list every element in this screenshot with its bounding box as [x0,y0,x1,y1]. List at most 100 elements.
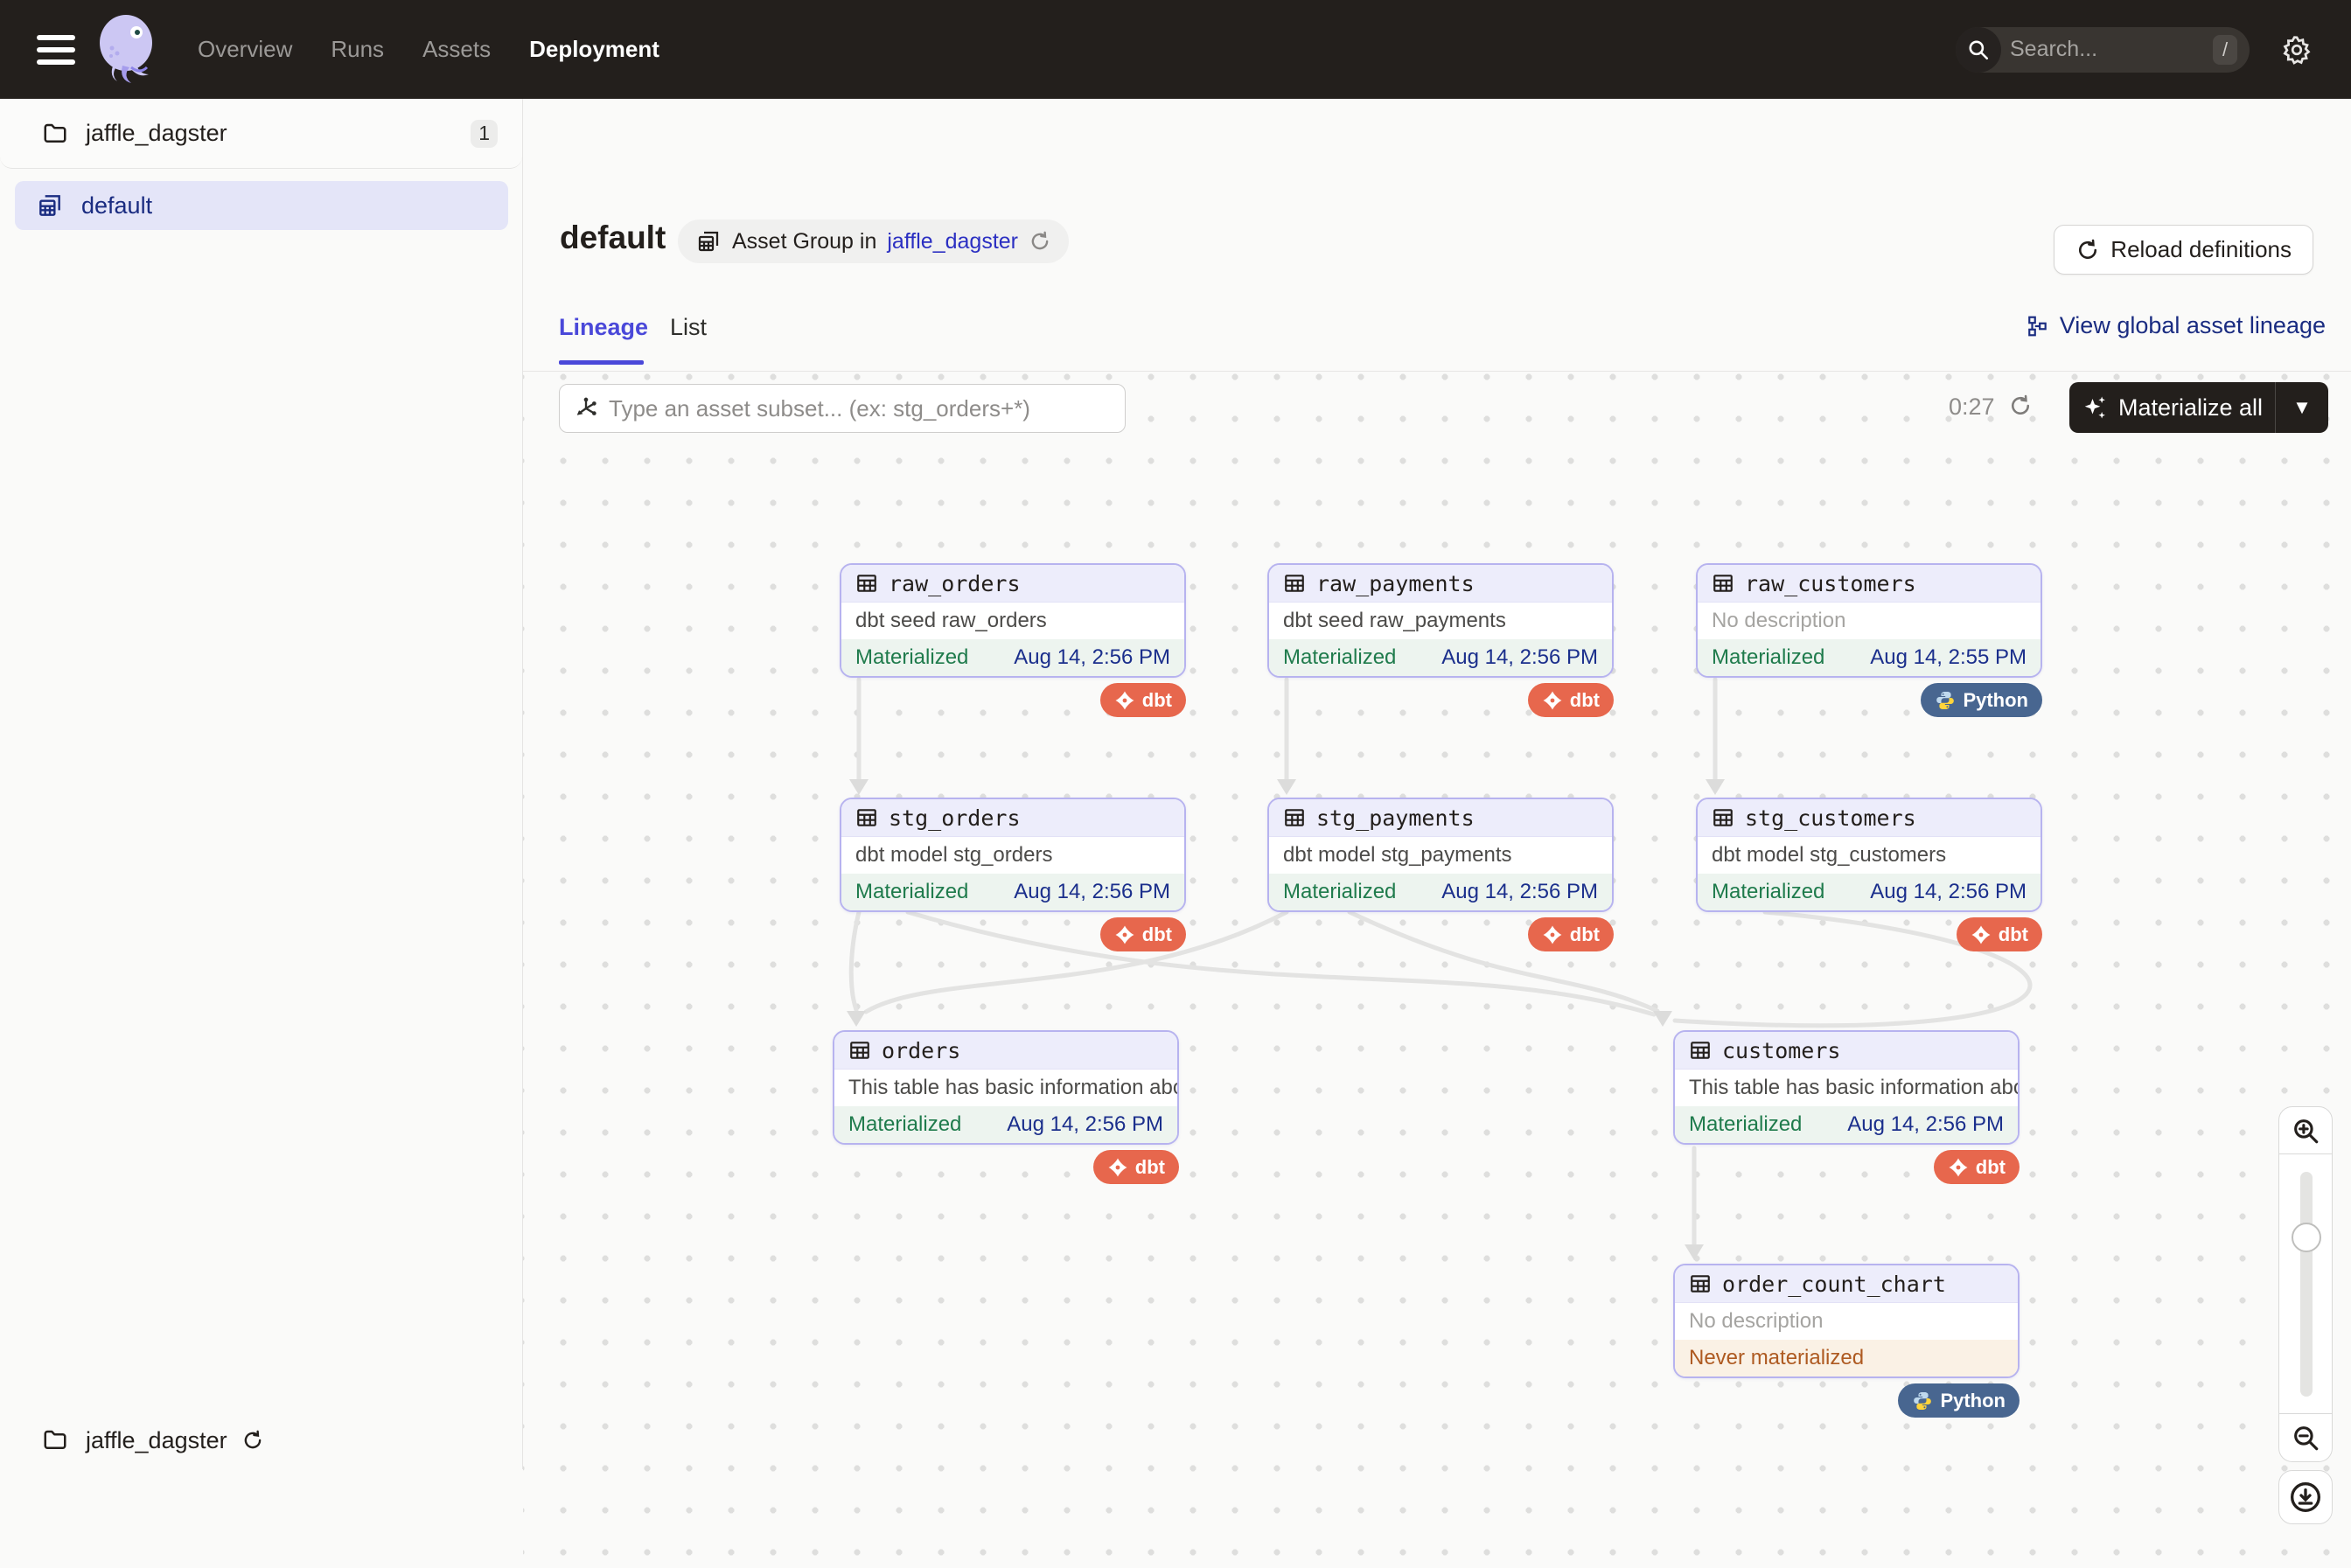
download-image-button[interactable] [2278,1470,2333,1524]
asset-description: No description [1698,603,2041,639]
menu-icon[interactable] [37,35,75,65]
asset-timestamp[interactable]: Aug 14, 2:56 PM [1014,645,1170,670]
asset-node-orders: orders This table has basic information … [833,1030,1179,1145]
asset-node-stg_customers: stg_customers dbt model stg_customers Ma… [1696,798,2042,912]
search-icon [1956,27,2001,73]
dbt-badge[interactable]: dbt [1957,917,2042,951]
search-box[interactable]: / [1956,27,2250,73]
table-icon [1689,1039,1712,1062]
asset-description: dbt model stg_customers [1698,837,2041,874]
dbt-icon [1114,690,1135,711]
reload-definitions-button[interactable]: Reload definitions [2054,225,2313,275]
asset-status: Materialized [848,1112,961,1137]
dbt-badge[interactable]: dbt [1528,683,1614,717]
asset-status: Materialized [1689,1112,1802,1137]
asset-timestamp[interactable]: Aug 14, 2:56 PM [1847,1112,2004,1137]
asset-name: raw_orders [889,571,1021,596]
search-input[interactable] [2010,37,2176,62]
asset-subset-filter[interactable] [559,384,1126,433]
asset-timestamp[interactable]: Aug 14, 2:56 PM [1870,880,2027,904]
asset-description: No description [1675,1303,2018,1340]
asset-description: This table has basic information about .… [834,1070,1177,1106]
dbt-badge[interactable]: dbt [1934,1150,2020,1184]
refresh-icon[interactable] [1029,230,1051,253]
chip-prefix-text: Asset Group in [732,229,876,254]
python-badge[interactable]: Python [1921,683,2042,717]
asset-name: raw_payments [1316,571,1475,596]
table-icon [855,572,878,595]
asset-node-raw_payments: raw_payments dbt seed raw_payments Mater… [1267,563,1614,678]
reload-definitions-label: Reload definitions [2110,236,2292,263]
view-global-asset-lineage-link[interactable]: View global asset lineage [2027,312,2326,339]
zoom-in-button[interactable] [2278,1106,2333,1154]
table-icon [848,1039,871,1062]
asset-timestamp[interactable]: Aug 14, 2:56 PM [1007,1112,1163,1137]
dbt-icon [1948,1157,1969,1178]
reload-icon[interactable] [241,1429,264,1452]
asset-description: dbt seed raw_payments [1269,603,1612,639]
folder-icon [42,1427,68,1453]
materialize-all-label: Materialize all [2118,394,2263,422]
table-icon [1712,806,1734,829]
python-icon [1912,1390,1933,1411]
asset-timestamp[interactable]: Aug 14, 2:56 PM [1441,880,1598,904]
active-tab-indicator [559,360,644,365]
asset-timestamp[interactable]: Aug 14, 2:56 PM [1014,880,1170,904]
nav-deployment[interactable]: Deployment [529,36,659,63]
dbt-badge[interactable]: dbt [1100,917,1186,951]
page-title: default [560,220,666,256]
nav-assets[interactable]: Assets [422,36,491,63]
dbt-icon [1542,690,1563,711]
asset-status: Materialized [1283,880,1396,904]
asset-name: customers [1722,1038,1840,1063]
asset-timestamp[interactable]: Aug 14, 2:56 PM [1441,645,1598,670]
asset-description: This table has basic information about .… [1675,1070,2018,1106]
sidebar-item-label: default [81,192,152,220]
zoom-out-button[interactable] [2278,1414,2333,1462]
nav-overview[interactable]: Overview [198,36,292,63]
asset-node-order_count_chart: order_count_chart No description Never m… [1673,1264,2020,1378]
materialize-options-caret[interactable]: ▼ [2276,396,2328,419]
zoom-slider[interactable] [2278,1154,2333,1414]
dbt-badge[interactable]: dbt [1528,917,1614,951]
reload-icon [2075,238,2100,262]
sidebar-item-code-location[interactable]: jaffle_dagster 1 [0,99,522,169]
sidebar: jaffle_dagster 1 default jaffle_dagster [0,99,523,1469]
asset-node-stg_payments: stg_payments dbt model stg_payments Mate… [1267,798,1614,912]
code-location-link[interactable]: jaffle_dagster [887,229,1018,254]
settings-gear-icon[interactable] [2278,31,2316,69]
python-badge[interactable]: Python [1898,1383,2020,1418]
dbt-icon [1971,924,1992,945]
asset-timestamp[interactable]: Aug 14, 2:55 PM [1870,645,2027,670]
asset-name: stg_customers [1745,805,1916,831]
asset-status: Materialized [1712,880,1824,904]
asset-name: stg_payments [1316,805,1475,831]
nav-runs[interactable]: Runs [331,36,384,63]
lineage-graph-icon [2027,315,2049,338]
dbt-icon [1114,924,1135,945]
asset-group-icon [695,228,722,254]
lineage-graph-canvas[interactable]: 0:27 Materialize all ▼ raw_orders dbt se… [523,372,2351,1568]
download-icon [2288,1480,2323,1515]
sidebar-item-default-group[interactable]: default [15,181,508,230]
asset-group-count-badge: 1 [471,120,498,148]
tab-lineage[interactable]: Lineage [559,314,648,341]
table-icon [1712,572,1734,595]
table-icon [855,806,878,829]
dbt-badge[interactable]: dbt [1100,683,1186,717]
dbt-badge[interactable]: dbt [1093,1150,1179,1184]
table-icon [1689,1272,1712,1295]
dagster-logo[interactable] [96,13,159,87]
tab-list[interactable]: List [670,314,707,341]
refresh-icon[interactable] [2008,394,2033,418]
zoom-slider-handle[interactable] [2292,1223,2321,1252]
asset-subset-input[interactable] [609,395,1125,422]
asset-status: Never materialized [1689,1346,1864,1370]
zoom-controls [2278,1106,2333,1462]
dbt-icon [1542,924,1563,945]
asset-node-stg_orders: stg_orders dbt model stg_orders Material… [840,798,1186,912]
sidebar-footer-code-location[interactable]: jaffle_dagster [0,1411,522,1469]
materialize-all-button[interactable]: Materialize all ▼ [2069,382,2328,433]
asset-name: raw_customers [1745,571,1916,596]
main-content: default Asset Group in jaffle_dagster Re… [523,99,2351,1469]
